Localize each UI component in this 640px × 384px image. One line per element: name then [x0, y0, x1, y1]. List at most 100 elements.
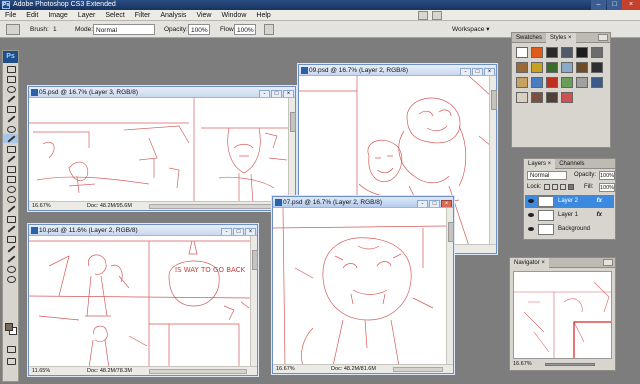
style-swatch[interactable]: [516, 47, 528, 58]
style-swatch[interactable]: [576, 77, 588, 88]
style-swatch[interactable]: [561, 62, 573, 73]
style-swatch[interactable]: [591, 62, 603, 73]
style-swatch[interactable]: [531, 92, 543, 103]
style-swatch[interactable]: [561, 47, 573, 58]
style-swatch[interactable]: [516, 62, 528, 73]
doc-close-button[interactable]: ×: [441, 200, 452, 207]
menu-layer[interactable]: Layer: [73, 10, 101, 21]
document-title-bar[interactable]: 09.psd @ 16.7% (Layer 2, RGB/8) - □ ×: [299, 65, 496, 76]
style-swatch[interactable]: [531, 47, 543, 58]
bridge-icon[interactable]: [418, 11, 428, 20]
history-brush-tool-icon[interactable]: [3, 154, 18, 163]
quick-mask-icon[interactable]: [3, 344, 18, 353]
vertical-scrollbar[interactable]: [489, 76, 497, 244]
menu-edit[interactable]: Edit: [21, 10, 43, 21]
maximize-button[interactable]: □: [607, 0, 622, 10]
layer-name[interactable]: Layer 2: [558, 195, 578, 208]
panel-menu-button[interactable]: [598, 34, 608, 41]
move-tool-icon[interactable]: [3, 64, 18, 73]
zoom-level[interactable]: 16.67%: [32, 202, 51, 211]
menu-view[interactable]: View: [191, 10, 216, 21]
vertical-scrollbar[interactable]: [250, 236, 258, 366]
menu-window[interactable]: Window: [216, 10, 251, 21]
blend-mode-select[interactable]: Normal: [527, 171, 567, 180]
style-swatch[interactable]: [546, 62, 558, 73]
eraser-tool-icon[interactable]: [3, 164, 18, 173]
navigator-zoom-slider[interactable]: [545, 363, 595, 366]
menu-image[interactable]: Image: [43, 10, 72, 21]
zoom-tool-icon[interactable]: [3, 274, 18, 283]
document-window-10[interactable]: 10.psd @ 11.6% (Layer 2, RGB/8) - □ × IS W…: [28, 224, 258, 376]
visibility-eye-icon[interactable]: [528, 199, 534, 203]
style-swatch[interactable]: [591, 77, 603, 88]
hand-tool-icon[interactable]: [3, 264, 18, 273]
type-tool-icon[interactable]: [3, 214, 18, 223]
flow-field[interactable]: 100%: [234, 24, 256, 35]
tab-styles[interactable]: Styles ×: [546, 33, 576, 43]
mode-select[interactable]: Normal: [93, 24, 155, 35]
layer-effects-icon[interactable]: fx: [597, 209, 602, 222]
document-canvas[interactable]: [273, 208, 446, 364]
style-swatch[interactable]: [516, 77, 528, 88]
blur-tool-icon[interactable]: [3, 184, 18, 193]
navigator-view-box[interactable]: [573, 321, 612, 359]
doc-close-button[interactable]: ×: [283, 90, 294, 97]
style-swatch[interactable]: [576, 62, 588, 73]
slice-tool-icon[interactable]: [3, 114, 18, 123]
clone-stamp-tool-icon[interactable]: [3, 144, 18, 153]
tab-channels[interactable]: Channels: [555, 159, 588, 169]
document-canvas[interactable]: [29, 98, 288, 201]
opacity-field[interactable]: 100%: [188, 24, 210, 35]
document-canvas[interactable]: IS WAY TO GO BACK: [29, 236, 250, 366]
gradient-tool-icon[interactable]: [3, 174, 18, 183]
menu-select[interactable]: Select: [100, 10, 129, 21]
dodge-tool-icon[interactable]: [3, 194, 18, 203]
brush-size[interactable]: 1: [53, 24, 57, 35]
brush-tool-icon[interactable]: [3, 134, 18, 143]
horizontal-scrollbar[interactable]: [149, 369, 247, 374]
document-title-bar[interactable]: 05.psd @ 16.7% (Layer 3, RGB/8) - □ ×: [29, 87, 295, 98]
zoom-level[interactable]: 16.67%: [276, 365, 295, 374]
zoom-level[interactable]: 11.65%: [32, 367, 50, 376]
layer-row[interactable]: Background: [525, 223, 614, 236]
layer-row[interactable]: Layer 2 fx: [525, 195, 614, 208]
menu-file[interactable]: File: [0, 10, 21, 21]
notes-tool-icon[interactable]: [3, 244, 18, 253]
lock-transparency-icon[interactable]: [544, 184, 550, 190]
document-window-07[interactable]: 07.psd @ 16.7% (Layer 2, RGB/8) - □ × 16.6…: [272, 196, 454, 374]
lock-position-icon[interactable]: [560, 184, 566, 190]
lock-all-icon[interactable]: [568, 184, 574, 190]
screen-mode-icon[interactable]: [432, 11, 442, 20]
doc-minimize-button[interactable]: -: [460, 68, 471, 75]
doc-minimize-button[interactable]: -: [221, 228, 232, 235]
layer-opacity-field[interactable]: 100%: [599, 171, 615, 180]
vertical-scrollbar[interactable]: [288, 98, 296, 201]
close-button[interactable]: ×: [622, 0, 640, 10]
tab-layers[interactable]: Layers ×: [524, 159, 556, 169]
eyedropper-tool-icon[interactable]: [3, 254, 18, 263]
doc-maximize-button[interactable]: □: [233, 228, 244, 235]
document-title-bar[interactable]: 07.psd @ 16.7% (Layer 2, RGB/8) - □ ×: [273, 197, 453, 208]
doc-maximize-button[interactable]: □: [429, 200, 440, 207]
pen-tool-icon[interactable]: [3, 204, 18, 213]
visibility-eye-icon[interactable]: [528, 227, 534, 231]
style-swatch[interactable]: [561, 77, 573, 88]
horizontal-scrollbar[interactable]: [149, 204, 285, 209]
style-swatch[interactable]: [546, 47, 558, 58]
marquee-tool-icon[interactable]: [3, 74, 18, 83]
layer-row[interactable]: Layer 1 fx: [525, 209, 614, 222]
navigator-zoom-level[interactable]: 16.67%: [513, 361, 532, 367]
foreground-color-swatch[interactable]: [5, 323, 13, 331]
screen-mode-tool-icon[interactable]: [3, 356, 18, 365]
magic-wand-tool-icon[interactable]: [3, 94, 18, 103]
minimize-button[interactable]: –: [591, 0, 606, 10]
navigator-preview[interactable]: [513, 271, 612, 359]
doc-maximize-button[interactable]: □: [271, 90, 282, 97]
menu-filter[interactable]: Filter: [130, 10, 156, 21]
doc-close-button[interactable]: ×: [484, 68, 495, 75]
vertical-scrollbar[interactable]: [446, 208, 454, 364]
menu-analysis[interactable]: Analysis: [155, 10, 191, 21]
style-swatch[interactable]: [516, 92, 528, 103]
crop-tool-icon[interactable]: [3, 104, 18, 113]
layer-effects-icon[interactable]: fx: [597, 195, 602, 208]
